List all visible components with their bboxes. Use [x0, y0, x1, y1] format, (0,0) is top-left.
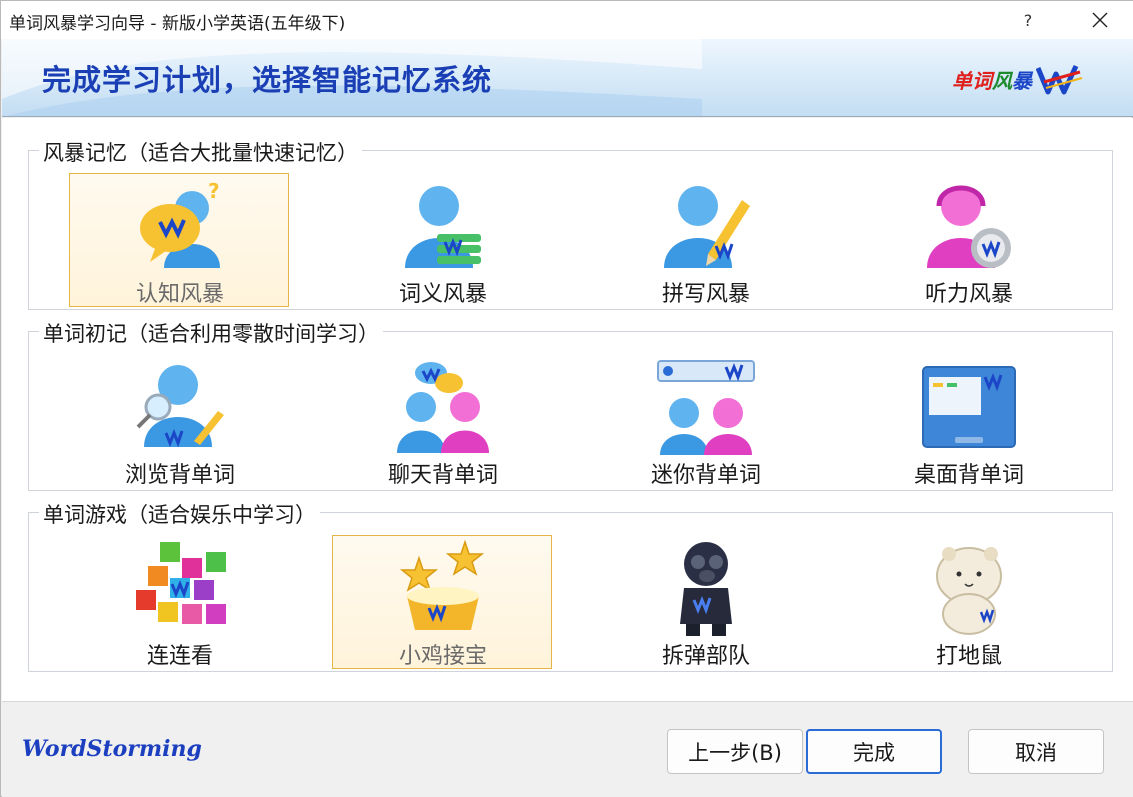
window-title: 单词风暴学习向导 - 新版小学英语(五年级下) [9, 14, 346, 34]
tile-label: 拆弹部队 [661, 644, 750, 669]
group-word-games: 单词游戏（适合娱乐中学习） 连连看 小鸡接宝 拆弹部队 打地鼠 [28, 499, 1113, 672]
desktop-icon [922, 366, 1016, 448]
tile-label: 小鸡接宝 [398, 644, 487, 669]
group-initial-memory: 单词初记（适合利用零散时间学习） 浏览背单词 聊天背单词 迷你背单词 桌面背单词 [28, 318, 1113, 491]
hamster-icon [936, 547, 1002, 635]
group-legend: 风暴记忆（适合大批量快速记忆） [39, 137, 362, 167]
tile-mini[interactable]: 迷你背单词 [595, 354, 815, 488]
tile-label: 听力风暴 [924, 282, 1013, 307]
spelling-icon [664, 186, 750, 268]
close-button[interactable] [1081, 1, 1119, 39]
group-storm-memory: 风暴记忆（适合大批量快速记忆） ? 认知风暴 词义风暴 拼写风暴 听力风暴 [28, 137, 1113, 310]
cognition-icon: ? [140, 179, 220, 268]
blocks-icon [136, 542, 226, 624]
close-icon [1092, 12, 1108, 28]
logo-icon [1036, 64, 1083, 95]
help-button[interactable]: ? [1009, 1, 1047, 39]
tile-browse[interactable]: 浏览背单词 [69, 354, 289, 488]
logo-text-2: 风 [992, 68, 1012, 93]
tile-label: 拼写风暴 [661, 282, 750, 307]
page-heading: 完成学习计划，选择智能记忆系统 [42, 63, 493, 97]
tile-listening[interactable]: 听力风暴 [858, 173, 1078, 307]
group-legend: 单词初记（适合利用零散时间学习） [39, 318, 383, 348]
browse-icon [136, 365, 224, 448]
tile-match[interactable]: 连连看 [69, 535, 289, 669]
svg-text:?: ? [208, 179, 220, 203]
tile-chick-treasure[interactable]: 小鸡接宝 [332, 535, 552, 669]
header-banner: 完成学习计划，选择智能记忆系统 单词风暴 [2, 39, 1133, 117]
finish-button[interactable]: 完成 [806, 729, 942, 774]
wizard-window: 单词风暴学习向导 - 新版小学英语(五年级下) ? 完成学习计划，选择智能记忆系… [0, 0, 1133, 797]
logo-text-1: 单词 [952, 68, 992, 93]
tile-bomb-squad[interactable]: 拆弹部队 [595, 535, 815, 669]
product-logo: 单词风暴 [952, 61, 1084, 97]
logo-text-3: 暴 [1012, 68, 1032, 93]
tile-desktop[interactable]: 桌面背单词 [858, 354, 1078, 488]
tile-meaning[interactable]: 词义风暴 [332, 173, 552, 307]
cancel-button[interactable]: 取消 [968, 729, 1104, 774]
tile-label: 认知风暴 [135, 282, 224, 307]
previous-button[interactable]: 上一步(B) [667, 729, 803, 774]
meaning-icon [405, 186, 481, 268]
tile-chat[interactable]: 聊天背单词 [332, 354, 552, 488]
tile-label: 词义风暴 [398, 282, 487, 307]
tile-cognition[interactable]: ? 认知风暴 [69, 173, 289, 307]
tile-label: 桌面背单词 [913, 463, 1024, 488]
tile-label: 迷你背单词 [650, 463, 761, 488]
bomb-squad-icon [680, 542, 732, 636]
tile-label: 聊天背单词 [387, 463, 498, 488]
tile-whack-mole[interactable]: 打地鼠 [858, 535, 1078, 669]
tile-label: 浏览背单词 [124, 463, 235, 488]
listening-icon [927, 185, 1011, 268]
mini-icon [657, 360, 755, 455]
group-legend: 单词游戏（适合娱乐中学习） [39, 499, 320, 529]
tile-label: 连连看 [146, 644, 213, 669]
tile-label: 打地鼠 [935, 644, 1002, 669]
stars-bowl-icon [399, 539, 485, 630]
brand-label: WordStorming [22, 736, 202, 762]
tile-spelling[interactable]: 拼写风暴 [595, 173, 815, 307]
title-bar: 单词风暴学习向导 - 新版小学英语(五年级下) ? [1, 1, 1133, 39]
footer-bar: WordStorming 上一步(B) 完成 取消 [2, 701, 1133, 797]
chat-icon [397, 362, 489, 453]
content-area: 风暴记忆（适合大批量快速记忆） ? 认知风暴 词义风暴 拼写风暴 听力风暴 单词… [2, 118, 1133, 701]
